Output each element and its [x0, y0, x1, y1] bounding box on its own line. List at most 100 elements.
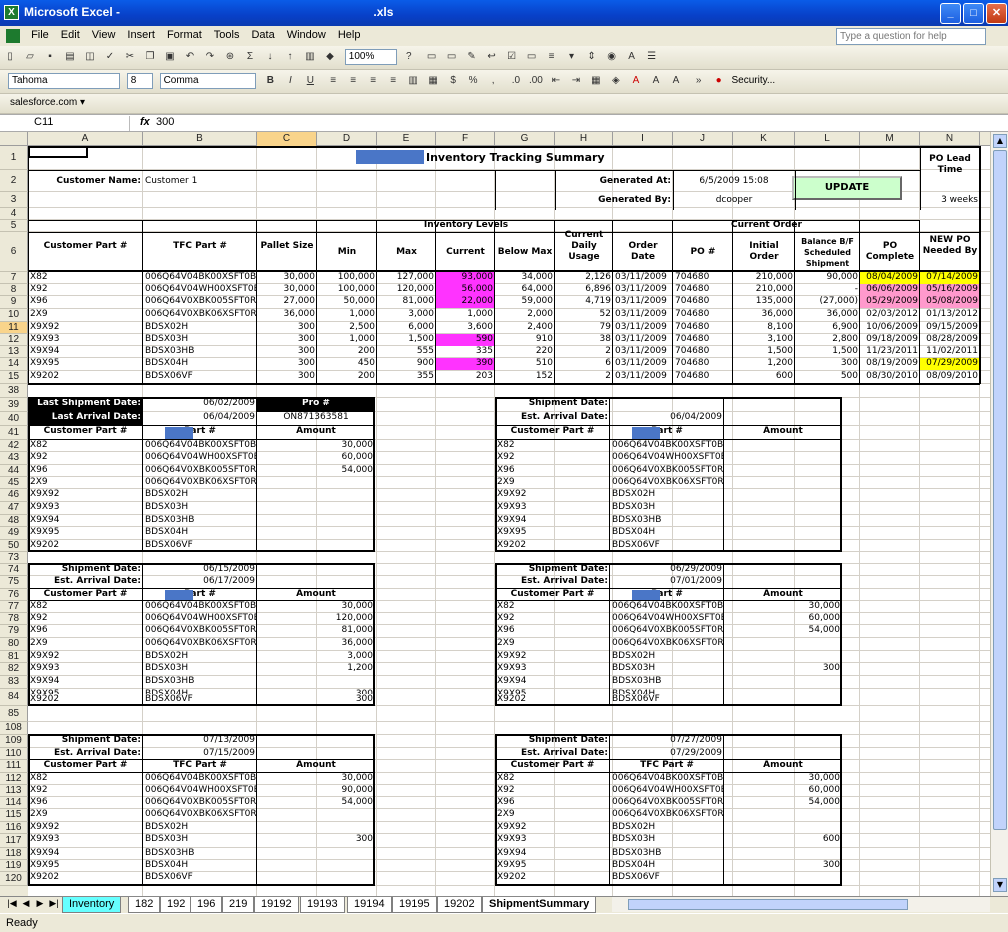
row-header-41[interactable]: 41	[0, 426, 28, 440]
chart-icon[interactable]: ▥	[302, 49, 318, 65]
menu-view[interactable]: View	[86, 26, 122, 44]
sheet-tab-196[interactable]: 196	[190, 897, 223, 913]
col-header-G[interactable]: G	[495, 132, 555, 146]
row-header-10[interactable]: 10	[0, 309, 28, 322]
row-header-120[interactable]: 120	[0, 872, 28, 886]
menu-format[interactable]: Format	[161, 26, 208, 44]
row-header-39[interactable]: 39	[0, 398, 28, 412]
row-header-73[interactable]: 73	[0, 552, 28, 564]
underline-icon[interactable]: U	[302, 73, 318, 89]
row-header-8[interactable]: 8	[0, 284, 28, 296]
row-header-50[interactable]: 50	[0, 540, 28, 552]
fx-icon[interactable]: fx	[140, 116, 150, 128]
worksheet-grid[interactable]: Inventory Tracking Summary Customer Name:…	[28, 146, 990, 896]
paste-icon[interactable]: ▣	[162, 49, 178, 65]
first-sheet-icon[interactable]: |◀	[6, 898, 18, 909]
bold-icon[interactable]: B	[262, 73, 278, 89]
sheet-tab-inventory[interactable]: Inventory	[62, 897, 122, 913]
indent-dec-icon[interactable]: ⇤	[548, 73, 564, 89]
row-header-1[interactable]: 1	[0, 146, 28, 170]
menu-edit[interactable]: Edit	[55, 26, 86, 44]
row-header-9[interactable]: 9	[0, 296, 28, 309]
list-icon[interactable]: ≡	[544, 49, 560, 65]
col-header-L[interactable]: L	[795, 132, 860, 146]
comment-icon[interactable]: ▭	[444, 49, 460, 65]
row-header-109[interactable]: 109	[0, 735, 28, 748]
sheet-tab-19192[interactable]: 19192	[254, 897, 299, 913]
spacer-icon[interactable]: ▦	[425, 73, 441, 89]
redo-icon[interactable]: ↷	[202, 49, 218, 65]
row-header-85[interactable]: 85	[0, 706, 28, 722]
row-header-48[interactable]: 48	[0, 515, 28, 527]
row-header-38[interactable]: 38	[0, 384, 28, 398]
row-header-40[interactable]: 40	[0, 412, 28, 426]
row-header-45[interactable]: 45	[0, 477, 28, 489]
row-header-11[interactable]: 11	[0, 322, 28, 334]
row-header-14[interactable]: 14	[0, 358, 28, 371]
zoom-select[interactable]: 100%	[344, 49, 397, 65]
radio-icon[interactable]: ◉	[604, 49, 620, 65]
sort-asc-icon[interactable]: ↓	[262, 49, 278, 65]
decimal-inc-icon[interactable]: .0	[508, 73, 524, 89]
menu-data[interactable]: Data	[245, 26, 280, 44]
borders-icon[interactable]: ▦	[588, 73, 604, 89]
decimal-dec-icon[interactable]: .00	[528, 73, 544, 89]
salesforce-chevron-icon[interactable]: ▾	[77, 97, 85, 108]
security-button[interactable]: Security...	[731, 75, 775, 86]
row-header-49[interactable]: 49	[0, 527, 28, 540]
reply-icon[interactable]: ↩	[484, 49, 500, 65]
save-icon[interactable]: ▪	[42, 49, 58, 65]
row-header-111[interactable]: 111	[0, 760, 28, 773]
next-sheet-icon[interactable]: ▶	[34, 898, 46, 909]
row-header-43[interactable]: 43	[0, 452, 28, 465]
select-all-corner[interactable]	[0, 132, 28, 146]
justify-icon[interactable]: ≡	[385, 73, 401, 89]
menu-file[interactable]: File	[25, 26, 55, 44]
row-header-78[interactable]: 78	[0, 613, 28, 625]
font-select[interactable]: Tahoma	[8, 73, 120, 89]
vertical-scrollbar[interactable]: ▲ ▼	[990, 132, 1008, 896]
sheet-tab-19195[interactable]: 19195	[392, 897, 437, 913]
close-button[interactable]: ✕	[986, 3, 1007, 24]
fill-color-icon[interactable]: ◈	[608, 73, 624, 89]
font-color-icon[interactable]: A	[628, 73, 644, 89]
grow-font-icon[interactable]: A	[648, 73, 664, 89]
row-header-119[interactable]: 119	[0, 860, 28, 872]
combo-icon[interactable]: ▾	[564, 49, 580, 65]
row-header-2[interactable]: 2	[0, 170, 28, 192]
name-box[interactable]: C11	[2, 116, 130, 131]
menu-help[interactable]: Help	[332, 26, 367, 44]
sheet-tab-19193[interactable]: 19193	[300, 897, 345, 913]
row-header-110[interactable]: 110	[0, 748, 28, 760]
track-icon[interactable]: ✎	[464, 49, 480, 65]
row-header-47[interactable]: 47	[0, 502, 28, 515]
shrink-font-icon[interactable]: A	[668, 73, 684, 89]
comma-icon[interactable]: ,	[485, 73, 501, 89]
scroll-icon[interactable]: ⇕	[584, 49, 600, 65]
row-header-77[interactable]: 77	[0, 601, 28, 613]
update-button[interactable]: UPDATE	[792, 176, 902, 200]
font-size-select[interactable]: 8	[126, 73, 153, 89]
row-header-13[interactable]: 13	[0, 346, 28, 358]
help-icon[interactable]: ?	[401, 49, 417, 65]
row-header-118[interactable]: 118	[0, 848, 28, 860]
row-header-42[interactable]: 42	[0, 440, 28, 452]
col-header-N[interactable]: N	[920, 132, 980, 146]
row-header-112[interactable]: 112	[0, 773, 28, 785]
row-header-84[interactable]: 84	[0, 689, 28, 706]
scroll-down-icon[interactable]: ▼	[993, 878, 1007, 892]
last-sheet-icon[interactable]: ▶|	[48, 898, 60, 909]
row-header-12[interactable]: 12	[0, 334, 28, 346]
row-header-4[interactable]: 4	[0, 208, 28, 220]
row-header-82[interactable]: 82	[0, 663, 28, 676]
row-header-44[interactable]: 44	[0, 465, 28, 477]
center-icon[interactable]: ≡	[345, 73, 361, 89]
sheet-tab-19194[interactable]: 19194	[347, 897, 392, 913]
label-icon[interactable]: A	[624, 49, 640, 65]
currency-icon[interactable]: $	[445, 73, 461, 89]
col-header-A[interactable]: A	[28, 132, 143, 146]
col-header-I[interactable]: I	[613, 132, 673, 146]
col-header-H[interactable]: H	[555, 132, 613, 146]
style-select[interactable]: Comma	[159, 73, 256, 89]
horizontal-scrollbar[interactable]	[612, 897, 990, 912]
